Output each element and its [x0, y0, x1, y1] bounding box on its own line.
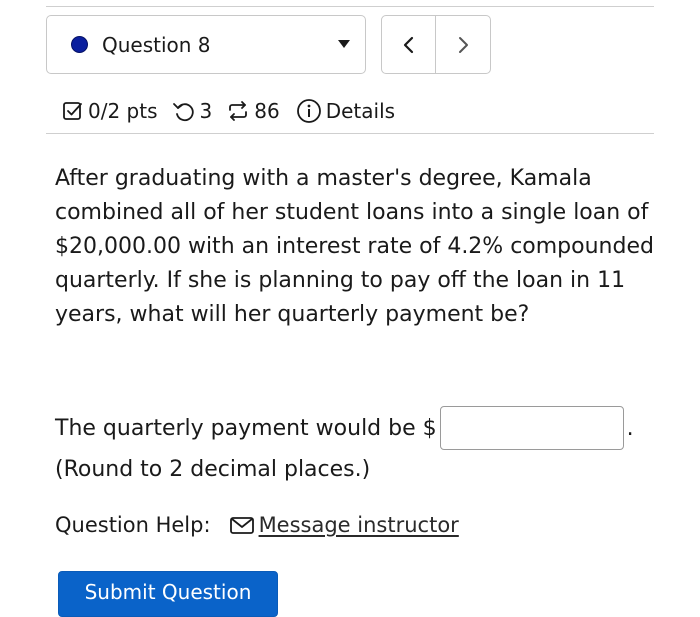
message-instructor-label: Message instructor — [258, 513, 459, 537]
question-nav-buttons — [381, 15, 491, 74]
header-divider — [46, 133, 654, 134]
details-button[interactable]: Details — [296, 98, 395, 124]
points-info: 0/2 pts — [62, 99, 158, 123]
question-help-label: Question Help: — [55, 513, 211, 537]
retry-icon — [172, 103, 194, 122]
mail-icon — [229, 517, 254, 534]
message-instructor-link[interactable]: Message instructor — [229, 513, 459, 537]
chevron-right-icon — [459, 36, 468, 53]
details-label: Details — [325, 99, 396, 123]
question-text: After graduating with a master's degree,… — [55, 166, 654, 327]
question-meta: 0/2 pts 3 86 Details — [62, 96, 395, 126]
question-status-dot — [71, 36, 88, 53]
previous-question-button[interactable] — [382, 16, 436, 73]
answer-line: The quarterly payment would be $ . — [55, 406, 634, 450]
question-selector-label: Question 8 — [102, 33, 211, 57]
submit-question-button[interactable]: Submit Question — [58, 571, 278, 617]
caret-down-icon — [338, 40, 350, 48]
question-selector[interactable]: Question 8 — [46, 15, 366, 74]
checkbox-icon — [63, 102, 82, 120]
rounding-note: (Round to 2 decimal places.) — [55, 457, 371, 482]
top-divider — [46, 6, 654, 7]
answer-prefix: The quarterly payment would be $ — [55, 415, 437, 441]
points-text: 0/2 pts — [88, 99, 158, 123]
attempts-count: 3 — [199, 99, 213, 123]
attempts-info: 3 — [172, 99, 213, 123]
chevron-left-icon — [403, 36, 413, 53]
submissions-count: 86 — [254, 99, 280, 123]
next-question-button[interactable] — [436, 16, 490, 73]
info-icon — [296, 99, 321, 123]
submissions-info: 86 — [226, 99, 280, 123]
question-help: Question Help: Message instructor — [55, 510, 459, 540]
answer-input[interactable] — [439, 406, 624, 450]
answer-suffix: . — [626, 415, 634, 441]
repeat-icon — [229, 101, 248, 121]
